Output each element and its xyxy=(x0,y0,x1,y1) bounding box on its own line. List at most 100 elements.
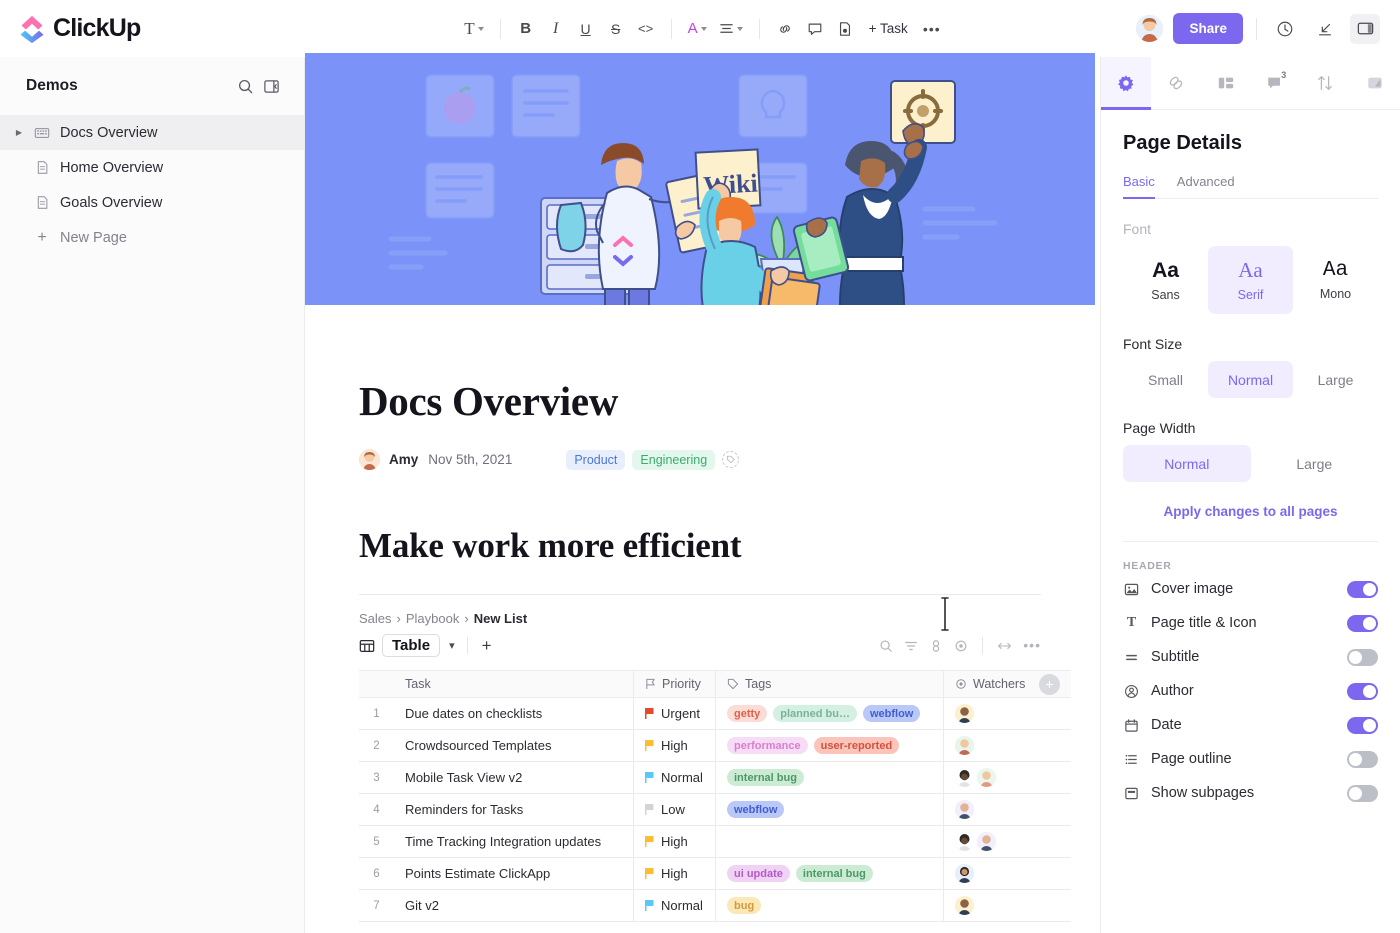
cell-priority[interactable]: Normal xyxy=(634,890,716,921)
expand-arrow-icon[interactable]: ▶ xyxy=(14,128,24,137)
add-view-button[interactable]: + xyxy=(478,636,496,656)
table-more-button[interactable]: ••• xyxy=(1023,638,1041,653)
tag-pill[interactable]: performance xyxy=(727,737,808,754)
underline-button[interactable]: U xyxy=(572,14,600,44)
document-heading[interactable]: Make work more efficient xyxy=(359,526,1041,566)
table-row[interactable]: 1 Due dates on checklists Urgent getty p… xyxy=(359,698,1071,730)
cell-task[interactable]: Crowdsourced Templates xyxy=(394,730,634,761)
table-resize-button[interactable] xyxy=(997,639,1012,653)
cell-task[interactable]: Time Tracking Integration updates xyxy=(394,826,634,857)
column-header-task[interactable]: Task xyxy=(394,671,634,697)
watcher-avatar[interactable] xyxy=(977,832,996,851)
table-filter-button[interactable] xyxy=(904,639,918,653)
tab-page-details[interactable] xyxy=(1101,56,1151,110)
cover-image[interactable]: Wiki xyxy=(305,53,1095,305)
watcher-avatar[interactable] xyxy=(955,704,974,723)
add-task-button[interactable]: + Task xyxy=(861,14,916,44)
toggle-page-outline[interactable] xyxy=(1347,750,1378,768)
cell-task[interactable]: Points Estimate ClickApp xyxy=(394,858,634,889)
chevron-down-icon[interactable]: ▾ xyxy=(447,639,457,652)
font-option-mono[interactable]: Aa Mono xyxy=(1293,246,1378,314)
tag-pill[interactable]: internal bug xyxy=(727,769,804,786)
share-button[interactable]: Share xyxy=(1173,13,1243,44)
text-style-button[interactable]: T xyxy=(459,14,488,44)
tab-sort[interactable] xyxy=(1300,57,1350,110)
link-button[interactable] xyxy=(771,14,799,44)
tag-pill[interactable]: internal bug xyxy=(795,865,873,882)
page-width-large[interactable]: Large xyxy=(1251,445,1379,482)
page-width-normal[interactable]: Normal xyxy=(1123,445,1251,482)
more-options-button[interactable]: ••• xyxy=(918,14,946,44)
tag-pill[interactable]: webflow xyxy=(727,801,785,818)
tag-pill[interactable]: bug xyxy=(727,897,762,914)
sidebar-item-docs-overview[interactable]: ▶ Docs Overview xyxy=(0,115,304,150)
page-date[interactable]: Nov 5th, 2021 xyxy=(428,452,512,467)
watcher-avatar[interactable] xyxy=(955,736,974,755)
cell-task[interactable]: Reminders for Tasks xyxy=(394,794,634,825)
watcher-avatar[interactable] xyxy=(955,768,974,787)
cell-priority[interactable]: High xyxy=(634,826,716,857)
table-row[interactable]: 4 Reminders for Tasks Low webflow xyxy=(359,794,1071,826)
watcher-avatar[interactable] xyxy=(955,896,974,915)
column-header-watchers[interactable]: Watchers + xyxy=(944,671,1071,697)
cell-watchers[interactable] xyxy=(944,698,1071,729)
font-size-small[interactable]: Small xyxy=(1123,361,1208,398)
cell-watchers[interactable] xyxy=(944,858,1071,889)
apply-changes-link[interactable]: Apply changes to all pages xyxy=(1123,504,1378,519)
history-button[interactable] xyxy=(1270,14,1300,44)
table-row[interactable]: 3 Mobile Task View v2 Normal internal bu… xyxy=(359,762,1071,794)
column-header-tags[interactable]: Tags xyxy=(716,671,944,697)
subtab-basic[interactable]: Basic xyxy=(1123,174,1155,199)
cell-tags[interactable] xyxy=(716,826,944,857)
tab-comments[interactable]: 3 xyxy=(1250,57,1300,110)
cell-watchers[interactable] xyxy=(944,730,1071,761)
tab-relationships[interactable] xyxy=(1151,57,1201,110)
watcher-avatar[interactable] xyxy=(955,800,974,819)
cell-watchers[interactable] xyxy=(944,794,1071,825)
cell-tags[interactable]: performance user-reported xyxy=(716,730,944,761)
cell-priority[interactable]: High xyxy=(634,858,716,889)
cell-priority[interactable]: Low xyxy=(634,794,716,825)
tab-fullscreen[interactable] xyxy=(1350,57,1400,110)
sidebar-collapse-button[interactable] xyxy=(258,73,284,99)
subtab-advanced[interactable]: Advanced xyxy=(1177,174,1235,198)
toggle-subtitle[interactable] xyxy=(1347,648,1378,666)
font-size-normal[interactable]: Normal xyxy=(1208,361,1293,398)
font-option-serif[interactable]: Aa Serif xyxy=(1208,246,1293,314)
comment-button[interactable] xyxy=(801,14,829,44)
table-group-button[interactable] xyxy=(929,639,943,653)
breadcrumb-item-sales[interactable]: Sales xyxy=(359,611,392,626)
cell-task[interactable]: Git v2 xyxy=(394,890,634,921)
align-button[interactable] xyxy=(714,14,748,44)
column-header-priority[interactable]: Priority xyxy=(634,671,716,697)
italic-button[interactable]: I xyxy=(542,14,570,44)
add-tag-icon[interactable] xyxy=(722,451,740,468)
view-name-button[interactable]: Table xyxy=(382,634,441,657)
clickup-logo[interactable]: ClickUp xyxy=(0,0,305,57)
watcher-avatar[interactable] xyxy=(955,864,974,883)
table-search-button[interactable] xyxy=(879,639,893,653)
strikethrough-button[interactable]: S xyxy=(602,14,630,44)
cell-tags[interactable]: ui update internal bug xyxy=(716,858,944,889)
tag-engineering[interactable]: Engineering xyxy=(632,449,716,470)
cell-tags[interactable]: getty planned bu… webflow xyxy=(716,698,944,729)
bold-button[interactable]: B xyxy=(512,14,540,44)
user-avatar[interactable] xyxy=(1136,15,1164,42)
cell-priority[interactable]: Urgent xyxy=(634,698,716,729)
insert-page-button[interactable] xyxy=(831,14,859,44)
toggle-page-title[interactable] xyxy=(1347,614,1378,632)
tag-pill[interactable]: getty xyxy=(727,705,768,722)
tag-pill[interactable]: webflow xyxy=(862,705,921,722)
cell-priority[interactable]: High xyxy=(634,730,716,761)
sidebar-item-goals-overview[interactable]: Goals Overview xyxy=(0,185,304,220)
cell-task[interactable]: Due dates on checklists xyxy=(394,698,634,729)
font-option-sans[interactable]: Aa Sans xyxy=(1123,246,1208,314)
table-row[interactable]: 5 Time Tracking Integration updates High xyxy=(359,826,1071,858)
cell-watchers[interactable] xyxy=(944,762,1071,793)
tag-pill[interactable]: planned bu… xyxy=(773,705,857,722)
cell-tags[interactable]: webflow xyxy=(716,794,944,825)
tab-templates[interactable] xyxy=(1201,57,1251,110)
watcher-avatar[interactable] xyxy=(977,768,996,787)
cell-watchers[interactable] xyxy=(944,890,1071,921)
cell-tags[interactable]: bug xyxy=(716,890,944,921)
